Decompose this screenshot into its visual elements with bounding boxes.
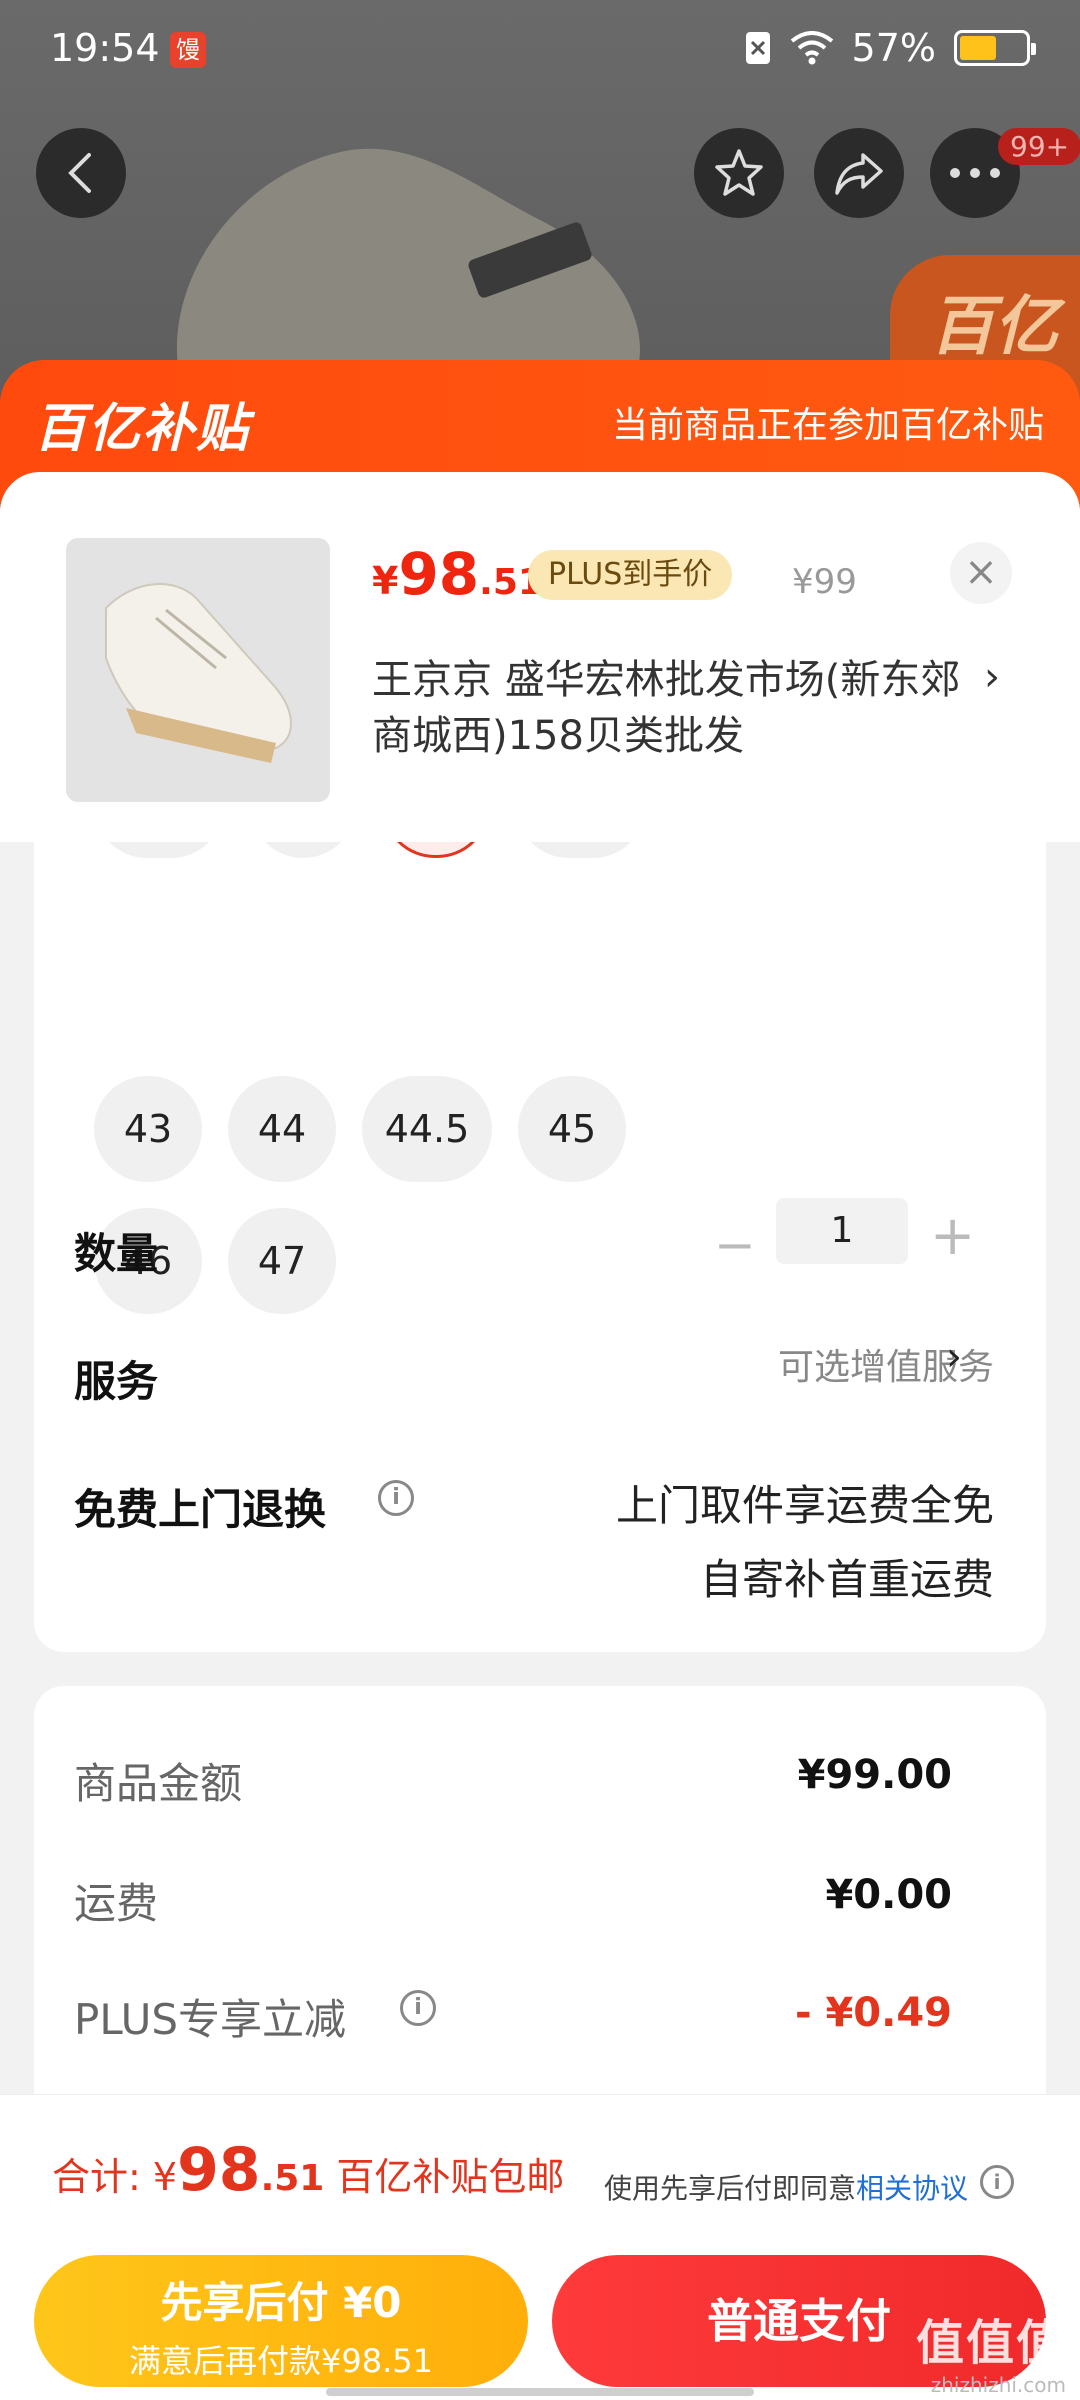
chevron-left-icon (68, 153, 91, 193)
favorite-button[interactable] (694, 128, 784, 218)
battery-percent: 57% (851, 26, 936, 70)
size-option[interactable]: 44 (228, 1076, 336, 1182)
original-price: ¥99 (792, 562, 857, 602)
size-option[interactable]: 47 (228, 1208, 336, 1314)
more-dots-icon (950, 168, 1000, 178)
total-decimal: .51 (260, 2158, 325, 2199)
shoe-image (105, 583, 292, 763)
selected-spec-text[interactable]: 王京京 盛华宏林批发市场(新东郊商城西)158贝类批发 (372, 652, 972, 764)
quantity-input[interactable]: 1 (776, 1198, 908, 1264)
share-button[interactable] (814, 128, 904, 218)
size-option[interactable]: 44.5 (362, 1076, 492, 1182)
total-integer: 98 (177, 2135, 261, 2205)
goods-amount-label: 商品金额 (74, 1759, 243, 1808)
product-summary: ¥98.51 PLUS到手价 ¥99 × 王京京 盛华宏林批发市场(新东郊商城西… (0, 472, 1080, 842)
star-icon (715, 149, 763, 196)
watermark-text: 值值值 (915, 2315, 1066, 2371)
plus-price-tag: PLUS到手价 (528, 550, 733, 600)
checkout-bar: 合计: ¥98.51 百亿补贴包邮 使用先享后付即同意相关协议 i 先享后付 ¥… (0, 2094, 1080, 2400)
pay-later-title: 先享后付 ¥0 (160, 2278, 402, 2327)
sku-price: ¥98.51 (372, 540, 543, 608)
home-indicator[interactable] (326, 2388, 754, 2396)
app-notification-icon: 馒 (170, 32, 206, 68)
agreement-link[interactable]: 相关协议 (856, 2172, 968, 2205)
info-icon[interactable]: i (378, 1480, 414, 1516)
service-label: 服务 (74, 1357, 159, 1406)
size-option[interactable]: 45 (518, 1076, 626, 1182)
free-return-label: 免费上门退换 (74, 1485, 327, 1534)
quantity-increment-button[interactable]: + (930, 1204, 975, 1267)
total-suffix: 百亿补贴包邮 (324, 2155, 565, 2199)
size-option[interactable]: 43 (94, 1076, 202, 1182)
site-watermark: 值值值 zhizhizhi.com (916, 2303, 1066, 2397)
plus-discount-label: PLUS专享立减 (74, 1995, 347, 2044)
agreement-prefix: 使用先享后付即同意 (604, 2172, 857, 2205)
total-prefix: 合计: ¥ (52, 2155, 178, 2199)
close-button[interactable]: × (950, 542, 1012, 604)
quantity-label: 数量 (74, 1229, 159, 1278)
plus-discount-value: - ¥0.49 (794, 1990, 952, 2036)
total-amount: 合计: ¥98.51 百亿补贴包邮 (52, 2135, 564, 2205)
subsidy-logo: 百亿补贴 (34, 399, 251, 459)
info-icon[interactable]: i (980, 2165, 1014, 2199)
chevron-right-icon[interactable]: › (984, 654, 1000, 700)
subsidy-tip: 当前商品正在参加百亿补贴 (611, 405, 1044, 446)
price-currency: ¥ (372, 559, 399, 603)
wifi-icon (790, 31, 833, 65)
quantity-decrement-button[interactable]: − (714, 1216, 756, 1274)
info-icon[interactable]: i (400, 1990, 436, 2026)
silent-mode-icon (745, 32, 770, 64)
battery-icon (954, 30, 1036, 66)
product-thumbnail (66, 538, 330, 802)
status-time: 19:54 (50, 26, 160, 70)
agreement-text: 使用先享后付即同意相关协议 (604, 2167, 968, 2207)
shipping-label: 运费 (74, 1879, 159, 1928)
pay-later-subtitle: 满意后再付款¥98.51 (129, 2342, 433, 2380)
share-icon (835, 153, 883, 195)
status-bar: 19:54 馒 57% (0, 0, 1080, 100)
message-count-badge: 99+ (998, 128, 1080, 165)
chevron-right-icon[interactable]: › (946, 1334, 962, 1380)
pay-later-button[interactable]: 先享后付 ¥0 满意后再付款¥98.51 (34, 2255, 528, 2387)
shipping-value: ¥0.00 (825, 1872, 952, 1918)
back-button[interactable] (36, 128, 126, 218)
goods-amount-value: ¥99.00 (797, 1752, 952, 1798)
free-return-line1: 上门取件享运费全免 (615, 1481, 994, 1530)
price-integer: 98 (398, 540, 480, 608)
free-return-line2: 自寄补首重运费 (699, 1555, 994, 1604)
cost-summary-card: 商品金额 ¥99.00 运费 ¥0.00 PLUS专享立减 i - ¥0.49 (34, 1686, 1046, 2146)
watermark-url: zhizhizhi.com (930, 2373, 1066, 2397)
